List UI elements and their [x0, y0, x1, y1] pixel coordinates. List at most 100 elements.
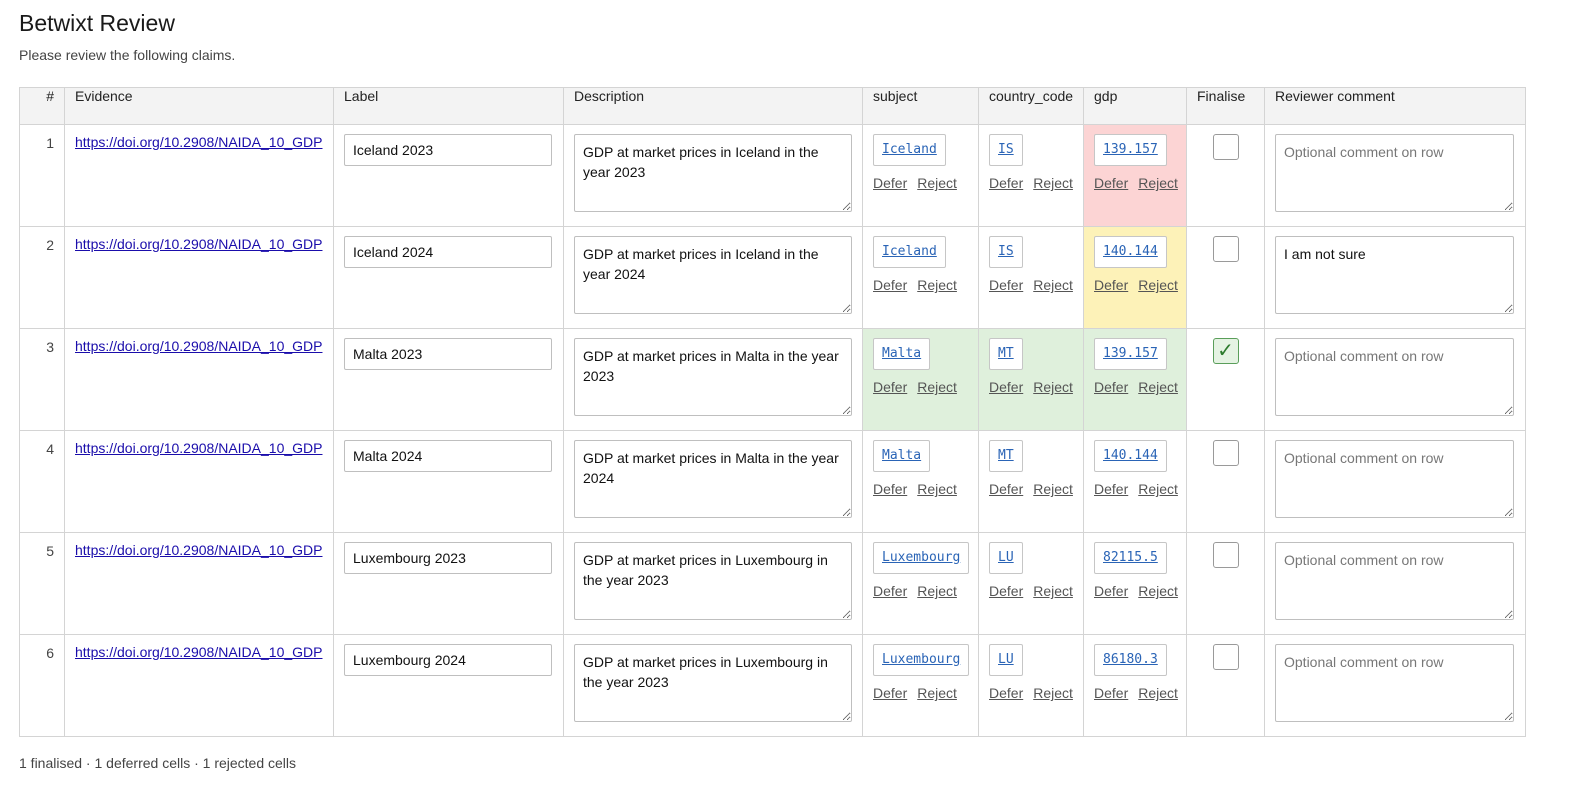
subject-value-chip[interactable]: Luxembourg [873, 644, 970, 676]
gdp-value-chip[interactable]: 140.144 [1094, 440, 1167, 472]
defer-link[interactable]: Defer [1094, 685, 1128, 701]
reject-link[interactable]: Reject [1138, 685, 1178, 701]
reject-link[interactable]: Reject [1033, 583, 1073, 599]
defer-link[interactable]: Defer [873, 481, 907, 497]
finalise-checkbox[interactable] [1212, 236, 1239, 262]
defer-link[interactable]: Defer [989, 379, 1023, 395]
description-textarea[interactable]: GDP at market prices in Iceland in the y… [574, 134, 852, 212]
subject-value-chip[interactable]: Iceland [873, 236, 946, 268]
country-code-value-chip[interactable]: IS [989, 236, 1023, 268]
label-input[interactable] [344, 338, 552, 370]
column-header-gdp: gdp [1083, 87, 1187, 125]
gdp-value-chip[interactable]: 82115.5 [1094, 542, 1167, 574]
defer-link[interactable]: Defer [1094, 277, 1128, 293]
description-cell: GDP at market prices in Luxembourg in th… [563, 634, 863, 737]
label-input[interactable] [344, 236, 552, 268]
reject-link[interactable]: Reject [917, 685, 957, 701]
defer-link[interactable]: Defer [989, 175, 1023, 191]
evidence-link[interactable]: https://doi.org/10.2908/NAIDA_10_GDP [75, 236, 322, 252]
label-input[interactable] [344, 134, 552, 166]
reject-link[interactable]: Reject [917, 583, 957, 599]
table-row: 5 https://doi.org/10.2908/NAIDA_10_GDP G… [19, 532, 1526, 635]
evidence-link[interactable]: https://doi.org/10.2908/NAIDA_10_GDP [75, 542, 322, 558]
description-textarea[interactable]: GDP at market prices in Iceland in the y… [574, 236, 852, 314]
country-code-value-chip[interactable]: LU [989, 644, 1023, 676]
reject-link[interactable]: Reject [917, 481, 957, 497]
defer-link[interactable]: Defer [1094, 379, 1128, 395]
gdp-value-chip[interactable]: 140.144 [1094, 236, 1167, 268]
reject-link[interactable]: Reject [1033, 685, 1073, 701]
country-code-cell: IS Defer Reject [978, 226, 1084, 329]
description-textarea[interactable]: GDP at market prices in Luxembourg in th… [574, 644, 852, 722]
defer-link[interactable]: Defer [989, 277, 1023, 293]
evidence-link[interactable]: https://doi.org/10.2908/NAIDA_10_GDP [75, 134, 322, 150]
reviewer-comment-textarea[interactable]: I am not sure [1275, 236, 1514, 314]
evidence-link[interactable]: https://doi.org/10.2908/NAIDA_10_GDP [75, 440, 322, 456]
country-code-value-chip[interactable]: LU [989, 542, 1023, 574]
country-code-cell-actions: Defer Reject [989, 175, 1073, 191]
subject-value-chip[interactable]: Luxembourg [873, 542, 970, 574]
defer-link[interactable]: Defer [873, 583, 907, 599]
label-input[interactable] [344, 440, 552, 472]
finalise-checkbox[interactable] [1212, 440, 1239, 466]
defer-link[interactable]: Defer [1094, 583, 1128, 599]
country-code-cell-actions: Defer Reject [989, 685, 1073, 701]
reviewer-comment-textarea[interactable] [1275, 542, 1514, 620]
column-header-finalise: Finalise [1186, 87, 1265, 125]
evidence-link[interactable]: https://doi.org/10.2908/NAIDA_10_GDP [75, 644, 322, 660]
defer-link[interactable]: Defer [873, 379, 907, 395]
reject-link[interactable]: Reject [1138, 175, 1178, 191]
subject-cell-actions: Defer Reject [873, 379, 968, 395]
finalise-checkbox[interactable] [1212, 542, 1239, 568]
reject-link[interactable]: Reject [1033, 277, 1073, 293]
defer-link[interactable]: Defer [989, 583, 1023, 599]
evidence-link[interactable]: https://doi.org/10.2908/NAIDA_10_GDP [75, 338, 322, 354]
subject-value-chip[interactable]: Malta [873, 440, 931, 472]
defer-link[interactable]: Defer [873, 277, 907, 293]
label-input[interactable] [344, 644, 552, 676]
description-textarea[interactable]: GDP at market prices in Malta in the yea… [574, 338, 852, 416]
reject-link[interactable]: Reject [1033, 379, 1073, 395]
label-cell [333, 430, 564, 533]
finalise-checkbox[interactable] [1212, 134, 1239, 160]
gdp-value-chip[interactable]: 86180.3 [1094, 644, 1167, 676]
reject-link[interactable]: Reject [1033, 175, 1073, 191]
gdp-value-chip[interactable]: 139.157 [1094, 134, 1167, 166]
description-textarea[interactable]: GDP at market prices in Malta in the yea… [574, 440, 852, 518]
table-body: 1 https://doi.org/10.2908/NAIDA_10_GDP G… [19, 124, 1526, 737]
reject-link[interactable]: Reject [917, 175, 957, 191]
reviewer-comment-textarea[interactable] [1275, 644, 1514, 722]
reject-link[interactable]: Reject [917, 379, 957, 395]
gdp-cell-actions: Defer Reject [1094, 277, 1178, 293]
reject-link[interactable]: Reject [1138, 583, 1178, 599]
evidence-cell: https://doi.org/10.2908/NAIDA_10_GDP [64, 124, 334, 227]
defer-link[interactable]: Defer [989, 685, 1023, 701]
finalise-checkbox[interactable] [1212, 644, 1239, 670]
reviewer-comment-textarea[interactable] [1275, 134, 1514, 212]
description-textarea[interactable]: GDP at market prices in Luxembourg in th… [574, 542, 852, 620]
reject-link[interactable]: Reject [1138, 277, 1178, 293]
subject-value-chip[interactable]: Malta [873, 338, 931, 370]
country-code-value-chip[interactable]: IS [989, 134, 1023, 166]
defer-link[interactable]: Defer [873, 175, 907, 191]
defer-link[interactable]: Defer [873, 685, 907, 701]
reject-link[interactable]: Reject [1033, 481, 1073, 497]
reject-link[interactable]: Reject [1138, 481, 1178, 497]
reject-link[interactable]: Reject [917, 277, 957, 293]
table-row: 4 https://doi.org/10.2908/NAIDA_10_GDP G… [19, 430, 1526, 533]
column-header-reviewer-comment: Reviewer comment [1264, 87, 1526, 125]
subject-value-chip[interactable]: Iceland [873, 134, 946, 166]
row-number: 2 [19, 226, 65, 329]
reviewer-comment-textarea[interactable] [1275, 440, 1514, 518]
country-code-value-chip[interactable]: MT [989, 440, 1023, 472]
reject-link[interactable]: Reject [1138, 379, 1178, 395]
finalise-checkbox[interactable]: ✓ [1212, 338, 1239, 364]
country-code-value-chip[interactable]: MT [989, 338, 1023, 370]
reviewer-comment-textarea[interactable] [1275, 338, 1514, 416]
defer-link[interactable]: Defer [1094, 481, 1128, 497]
label-cell [333, 226, 564, 329]
defer-link[interactable]: Defer [1094, 175, 1128, 191]
label-input[interactable] [344, 542, 552, 574]
gdp-value-chip[interactable]: 139.157 [1094, 338, 1167, 370]
defer-link[interactable]: Defer [989, 481, 1023, 497]
